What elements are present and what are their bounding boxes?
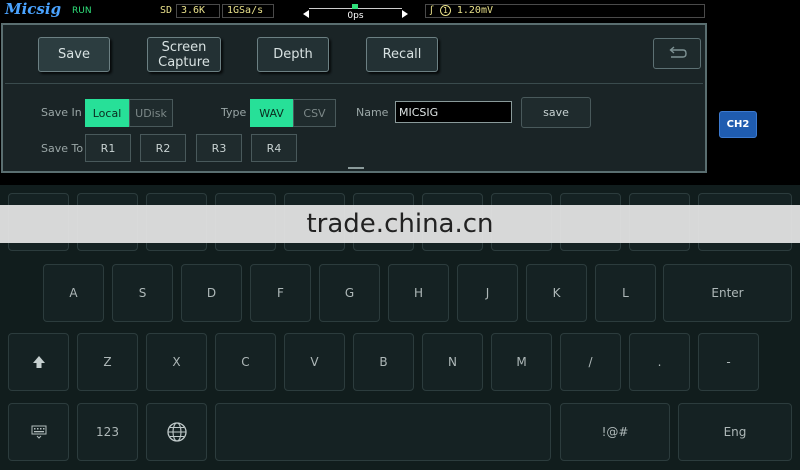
shift-arrow-icon <box>32 356 45 368</box>
trigger-offset: 0ps <box>347 11 364 21</box>
watermark-banner: trade.china.cn <box>0 205 800 243</box>
save-in-udisk-button[interactable]: UDisk <box>129 99 173 127</box>
brand-logo: Micsig <box>5 0 62 18</box>
key-hyphen[interactable]: - <box>698 333 759 391</box>
channel-2-badge[interactable]: CH2 <box>719 111 757 138</box>
trigger-level: 1 1.20mV <box>440 5 493 17</box>
key-slash[interactable]: / <box>560 333 621 391</box>
key-period[interactable]: . <box>629 333 690 391</box>
keyboard-icon <box>31 425 46 439</box>
key-b[interactable]: B <box>353 333 414 391</box>
numbers-key[interactable]: 123 <box>77 403 138 461</box>
back-button[interactable] <box>653 38 701 69</box>
save-panel: Save Screen Capture Depth Recall Save In… <box>1 23 707 173</box>
english-language-key[interactable]: Eng <box>678 403 792 461</box>
key-g[interactable]: G <box>319 264 380 322</box>
status-bar: Micsig RUN SD 3.6K 1GSa/s 0ps ʃ 1 1.20mV <box>0 0 800 22</box>
save-in-local-button[interactable]: Local <box>85 99 129 127</box>
save-in-label: Save In <box>41 106 82 119</box>
space-key[interactable] <box>215 403 551 461</box>
trigger-info[interactable]: ʃ 1 1.20mV <box>425 4 705 18</box>
enter-key[interactable]: Enter <box>663 264 792 322</box>
key-x[interactable]: X <box>146 333 207 391</box>
tab-save[interactable]: Save <box>38 37 110 72</box>
key-v[interactable]: V <box>284 333 345 391</box>
name-label: Name <box>356 106 389 119</box>
language-key[interactable] <box>146 403 207 461</box>
key-f[interactable]: F <box>250 264 311 322</box>
key-m[interactable]: M <box>491 333 552 391</box>
symbols-key[interactable]: !@# <box>560 403 670 461</box>
save-to-r2-button[interactable]: R2 <box>140 134 186 162</box>
key-d[interactable]: D <box>181 264 242 322</box>
globe-icon <box>166 422 187 442</box>
save-to-label: Save To <box>41 142 84 155</box>
key-z[interactable]: Z <box>77 333 138 391</box>
tab-screen-capture[interactable]: Screen Capture <box>147 37 221 72</box>
save-button[interactable]: save <box>521 97 591 128</box>
trigger-position-marker[interactable] <box>352 4 358 9</box>
back-icon <box>669 46 687 58</box>
timebase-position[interactable]: 0ps <box>303 4 408 21</box>
trigger-source: 1 <box>440 5 451 16</box>
tab-depth[interactable]: Depth <box>257 37 329 72</box>
key-l[interactable]: L <box>595 264 656 322</box>
save-to-r1-button[interactable]: R1 <box>85 134 131 162</box>
type-csv-button[interactable]: CSV <box>293 99 336 127</box>
save-to-r4-button[interactable]: R4 <box>251 134 297 162</box>
key-h[interactable]: H <box>388 264 449 322</box>
panel-divider <box>5 83 703 84</box>
key-s[interactable]: S <box>112 264 173 322</box>
tab-recall[interactable]: Recall <box>366 37 438 72</box>
key-j[interactable]: J <box>457 264 518 322</box>
memory-depth[interactable]: 3.6K <box>176 4 220 18</box>
acquire-mode: SD <box>160 5 173 16</box>
key-a[interactable]: A <box>43 264 104 322</box>
type-wav-button[interactable]: WAV <box>250 99 293 127</box>
rising-edge-icon: ʃ <box>430 5 434 16</box>
hide-keyboard-key[interactable] <box>8 403 69 461</box>
file-name-input[interactable] <box>395 101 512 123</box>
run-state[interactable]: RUN <box>72 6 92 16</box>
panel-drag-handle[interactable] <box>348 167 364 169</box>
shift-key[interactable] <box>8 333 69 391</box>
sample-rate[interactable]: 1GSa/s <box>222 4 274 18</box>
save-to-r3-button[interactable]: R3 <box>196 134 242 162</box>
type-label: Type <box>221 106 247 119</box>
key-c[interactable]: C <box>215 333 276 391</box>
key-n[interactable]: N <box>422 333 483 391</box>
key-k[interactable]: K <box>526 264 587 322</box>
trigger-level-value: 1.20mV <box>456 5 493 16</box>
